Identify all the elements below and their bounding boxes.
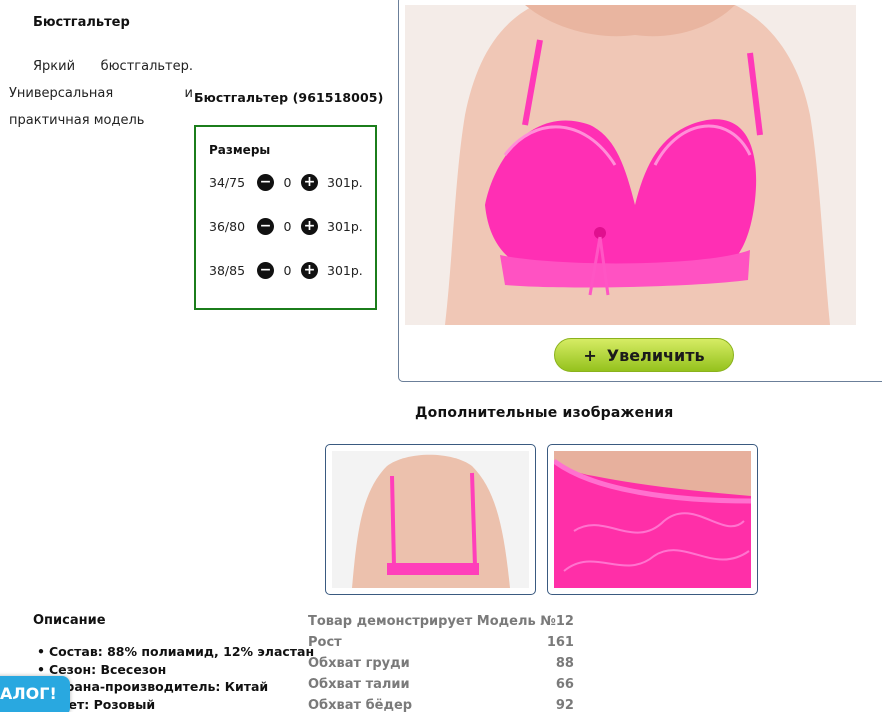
size-row: 34/75 − 0 + 301р.: [209, 173, 375, 191]
zoom-plus-icon: +: [583, 345, 597, 365]
main-photo-frame: + Увеличить: [398, 0, 882, 382]
quantity-value: 0: [283, 174, 292, 190]
plus-circle-icon[interactable]: +: [301, 261, 318, 279]
measure-value: 88: [555, 656, 574, 671]
additional-images-heading: Дополнительные изображения: [415, 405, 674, 421]
measure-label: Рост: [308, 635, 342, 650]
description-line: Яркий бюстгальтер.: [33, 59, 193, 74]
minus-circle-icon[interactable]: −: [257, 261, 274, 279]
spec-list: Состав: 88% полиамид, 12% эластан Сезон:…: [37, 643, 314, 712]
list-item: Цвет: Розовый: [37, 696, 314, 712]
plus-circle-icon[interactable]: +: [301, 217, 318, 235]
table-row: Обхват бёдер 92: [308, 695, 574, 712]
minus-circle-icon[interactable]: −: [257, 217, 274, 235]
measure-label: Обхват груди: [308, 656, 410, 671]
model-heading: Товар демонстрирует Модель №12: [308, 614, 574, 629]
size-label: 38/85: [209, 262, 246, 278]
table-row: Обхват талии 66: [308, 674, 574, 695]
sizes-heading: Размеры: [209, 143, 271, 157]
short-description: Яркий бюстгальтер. Универсальная и практ…: [9, 53, 193, 134]
list-item: Состав: 88% полиамид, 12% эластан: [37, 643, 314, 661]
sku-title: Бюстгальтер (961518005): [194, 90, 384, 105]
quantity-value: 0: [283, 262, 292, 278]
catalog-tab-button[interactable]: АЛОГ!: [0, 676, 70, 712]
zoom-button-label: Увеличить: [606, 345, 705, 365]
product-title: Бюстгальтер: [33, 15, 130, 30]
measure-label: Обхват талии: [308, 677, 410, 692]
zoom-button[interactable]: + Увеличить: [554, 338, 734, 372]
table-row: Обхват груди 88: [308, 653, 574, 674]
quantity-value: 0: [283, 218, 292, 234]
table-row: Товар демонстрирует Модель №12: [308, 611, 574, 632]
model-measurements-table: Товар демонстрирует Модель №12 Рост 161 …: [308, 611, 574, 712]
sizes-panel: Размеры 34/75 − 0 + 301р. 36/80 − 0 + 30…: [194, 125, 377, 310]
list-item: Страна-производитель: Китай: [37, 678, 314, 696]
measure-label: Обхват бёдер: [308, 698, 413, 712]
description-line: Универсальная и: [9, 86, 193, 101]
thumbnail-lace-detail[interactable]: [547, 444, 758, 595]
size-price: 301р.: [327, 174, 363, 190]
size-price: 301р.: [327, 218, 363, 234]
size-row: 36/80 − 0 + 301р.: [209, 217, 375, 235]
measure-value: 92: [555, 698, 574, 712]
list-item: Сезон: Всесезон: [37, 661, 314, 679]
measure-value: 161: [546, 635, 574, 650]
plus-circle-icon[interactable]: +: [301, 173, 318, 191]
thumbnail-back-view[interactable]: [325, 444, 536, 595]
size-row: 38/85 − 0 + 301р.: [209, 261, 375, 279]
description-heading: Описание: [33, 613, 106, 628]
description-line: практичная модель: [9, 113, 145, 128]
main-product-photo[interactable]: [405, 5, 856, 325]
size-label: 36/80: [209, 218, 246, 234]
size-label: 34/75: [209, 174, 246, 190]
size-price: 301р.: [327, 262, 363, 278]
minus-circle-icon[interactable]: −: [257, 173, 274, 191]
measure-value: 66: [555, 677, 574, 692]
table-row: Рост 161: [308, 632, 574, 653]
